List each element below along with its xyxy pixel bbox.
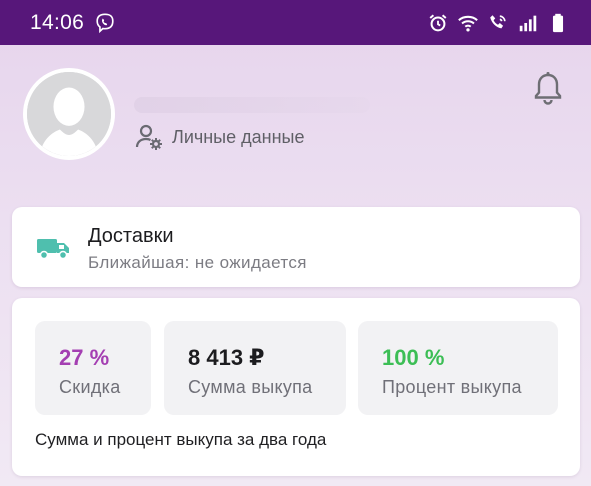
discount-value: 27 %: [59, 345, 110, 370]
viber-icon: [94, 12, 116, 34]
purchase-percent-value: 100 %: [382, 345, 445, 370]
personal-data-link[interactable]: Личные данные: [134, 122, 304, 152]
purchase-sum-value: 8 413 ₽: [188, 345, 265, 370]
battery-icon: [547, 12, 569, 34]
deliveries-title: Доставки: [88, 225, 174, 247]
user-settings-icon: [134, 122, 164, 152]
purchase-percent-tile[interactable]: 100 % Процент выкупа: [358, 321, 558, 415]
discount-label: Скидка: [59, 377, 121, 397]
stats-note: Сумма и процент выкупа за два года: [35, 430, 327, 449]
discount-tile[interactable]: 27 % Скидка: [35, 321, 151, 415]
status-bar: 14:06: [0, 0, 591, 45]
deliveries-subtitle: Ближайшая: не ожидается: [88, 253, 307, 272]
truck-icon: [36, 233, 70, 261]
notifications-bell-icon[interactable]: [532, 71, 564, 105]
profile-name-redacted: [134, 97, 370, 113]
purchase-sum-label: Сумма выкупа: [188, 377, 313, 397]
purchase-stats-card: 27 % Скидка 8 413 ₽ Сумма выкупа 100 % П…: [12, 298, 580, 476]
alarm-icon: [427, 12, 449, 34]
purchase-percent-label: Процент выкупа: [382, 377, 522, 397]
personal-data-label: Личные данные: [172, 126, 305, 147]
avatar[interactable]: [23, 68, 115, 160]
signal-icon: [517, 12, 539, 34]
purchase-sum-tile[interactable]: 8 413 ₽ Сумма выкупа: [164, 321, 346, 415]
deliveries-card[interactable]: Доставки Ближайшая: не ожидается: [12, 207, 580, 287]
status-time: 14:06: [30, 10, 85, 34]
call-icon: [487, 12, 509, 34]
wifi-icon: [457, 12, 479, 34]
